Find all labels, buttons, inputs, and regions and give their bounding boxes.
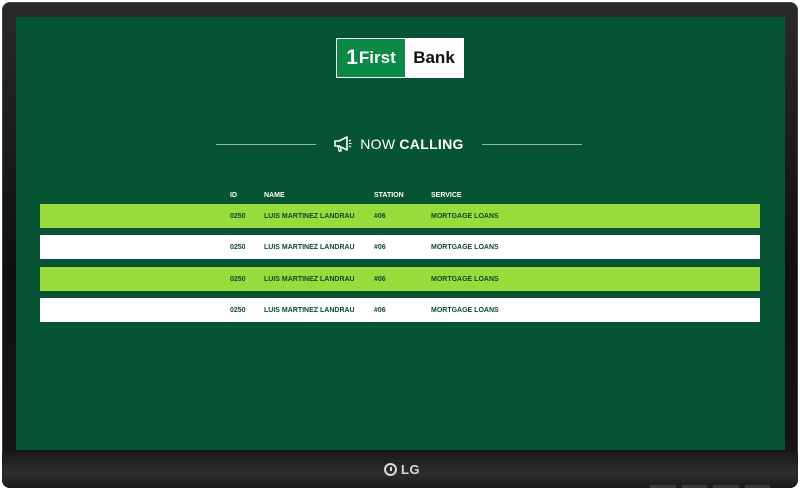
tv-brand-logo: LG [384,459,420,479]
row-station: #06 [374,243,386,251]
bank-logo-number: 1 [346,46,358,69]
row-service: MORTGAGE LOANS [431,212,499,220]
row-service: MORTGAGE LOANS [431,275,499,283]
row-name: LUIS MARTINEZ LANDRAU [264,306,355,314]
tv-brand-text: LG [401,461,421,477]
row-name: LUIS MARTINEZ LANDRAU [264,212,355,220]
row-station: #06 [374,275,386,283]
lg-logo-icon [384,462,397,476]
bank-logo-left: 1 First [337,39,405,77]
row-service: MORTGAGE LOANS [431,306,499,314]
megaphone-icon [334,136,352,152]
tv-button [713,485,739,488]
row-name: LUIS MARTINEZ LANDRAU [264,275,355,283]
queue-table-header: ID NAME STATION SERVICE [40,189,760,201]
header-station: STATION [374,191,404,199]
table-row: 0250 LUIS MARTINEZ LANDRAU #06 MORTGAGE … [40,298,760,322]
display-screen: 1 First Bank NOW CALLING ID NAME STATION … [16,17,785,450]
now-calling-heading: NOW CALLING [216,134,582,154]
bank-logo-bank: Bank [413,48,455,67]
row-id: 0250 [230,306,246,314]
bank-logo: 1 First Bank [336,38,464,78]
heading-divider-left [216,143,317,145]
heading-now: NOW [360,136,396,152]
table-row: 0250 LUIS MARTINEZ LANDRAU #06 MORTGAGE … [40,204,760,228]
table-row: 0250 LUIS MARTINEZ LANDRAU #06 MORTGAGE … [40,267,760,291]
table-row: 0250 LUIS MARTINEZ LANDRAU #06 MORTGAGE … [40,235,760,259]
row-id: 0250 [230,212,246,220]
header-name: NAME [264,191,285,199]
heading-divider-right [481,143,582,145]
row-service: MORTGAGE LOANS [431,243,499,251]
row-name: LUIS MARTINEZ LANDRAU [264,243,355,251]
row-id: 0250 [230,275,246,283]
tv-buttons [650,485,770,488]
header-id: ID [230,191,237,199]
row-station: #06 [374,212,386,220]
bank-logo-right: Bank [405,39,463,77]
tv-button [650,485,676,488]
tv-button [744,485,770,488]
row-station: #06 [374,306,386,314]
tv-button [681,485,707,488]
heading-title: NOW CALLING [334,136,463,152]
bank-logo-first: First [358,48,396,67]
row-id: 0250 [230,243,246,251]
header-service: SERVICE [431,191,462,199]
heading-calling: CALLING [399,136,464,152]
